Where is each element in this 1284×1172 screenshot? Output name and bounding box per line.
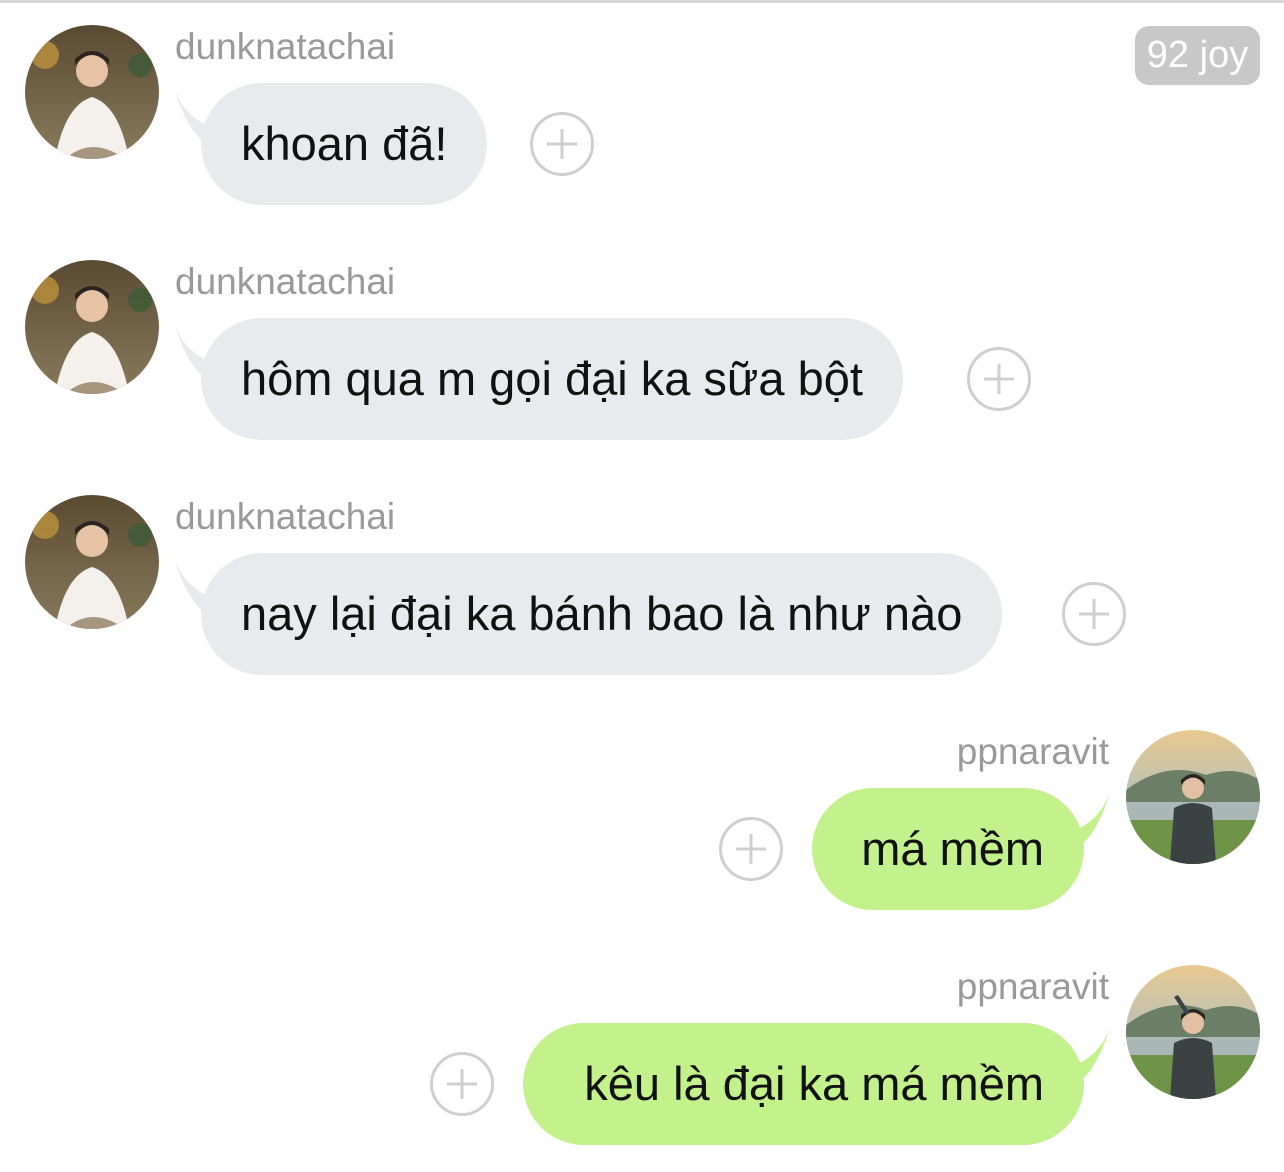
- reaction-count-badge[interactable]: 92 joy: [1135, 26, 1260, 85]
- message-bubble[interactable]: nay lại đại ka bánh bao là như nào: [201, 553, 1003, 675]
- plus-circle-icon[interactable]: [719, 817, 783, 881]
- sender-name: ppnaravit: [956, 966, 1109, 1007]
- sender-name: dunknatachai: [175, 496, 396, 537]
- avatar-ppnaravit[interactable]: [1126, 965, 1260, 1099]
- sender-name: ppnaravit: [956, 731, 1109, 772]
- sender-name: dunknatachai: [175, 26, 396, 67]
- message-bubble[interactable]: kêu là đại ka má mềm: [523, 1023, 1084, 1145]
- message-bubble[interactable]: khoan đã!: [201, 83, 488, 205]
- sender-name: dunknatachai: [175, 261, 396, 302]
- message-bubble[interactable]: hôm qua m gọi đại ka sữa bột: [201, 318, 903, 440]
- avatar-dunknatachai[interactable]: [25, 260, 159, 394]
- plus-circle-icon[interactable]: [1062, 582, 1126, 646]
- message-bubble[interactable]: má mềm: [812, 788, 1084, 910]
- avatar-ppnaravit[interactable]: [1126, 730, 1260, 864]
- plus-circle-icon[interactable]: [530, 112, 594, 176]
- top-divider: [0, 0, 1284, 3]
- plus-circle-icon[interactable]: [430, 1052, 494, 1116]
- avatar-dunknatachai[interactable]: [25, 25, 159, 159]
- plus-circle-icon[interactable]: [967, 347, 1031, 411]
- avatar-dunknatachai[interactable]: [25, 495, 159, 629]
